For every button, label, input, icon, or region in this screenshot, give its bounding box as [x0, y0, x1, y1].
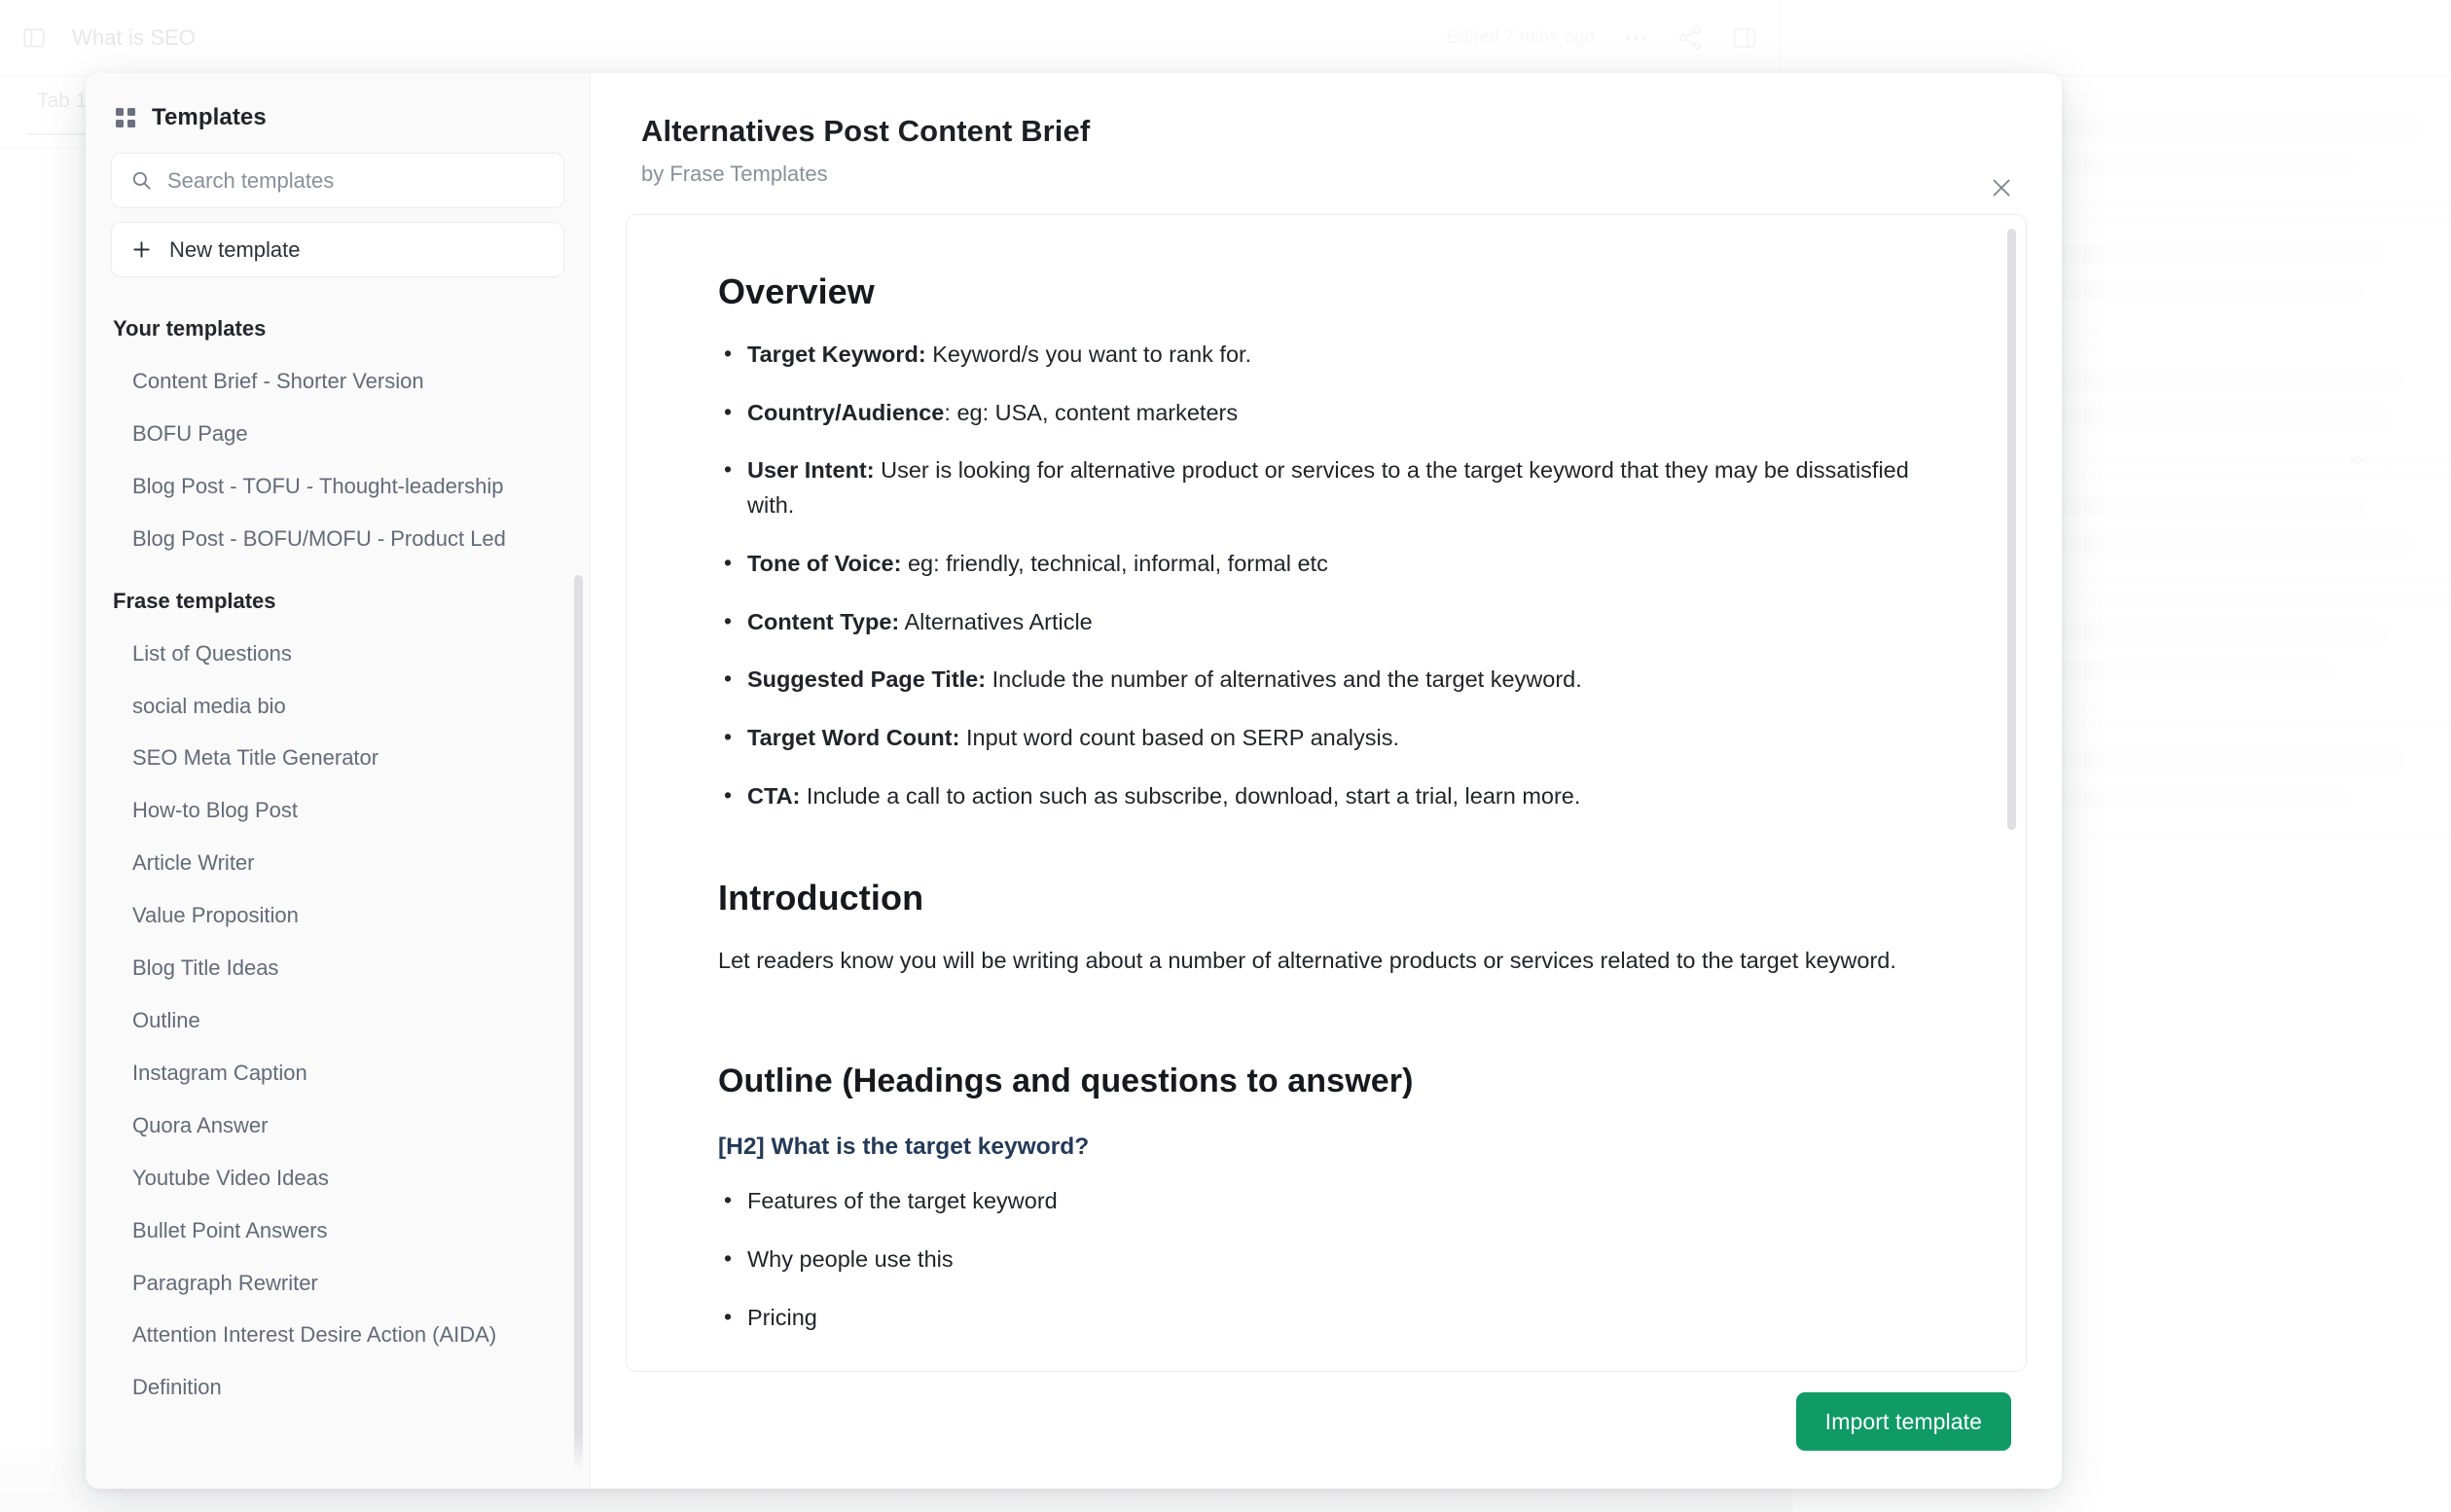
- introduction-paragraph: Let readers know you will be writing abo…: [718, 948, 1896, 974]
- templates-list[interactable]: Your templates Content Brief - Shorter V…: [86, 293, 590, 1489]
- introduction-heading: Introduction: [718, 878, 924, 918]
- sidebar-item-value-proposition[interactable]: Value Proposition: [111, 889, 564, 942]
- bullet-term: User Intent:: [747, 457, 875, 484]
- overview-bullet: Country/Audience: eg: USA, content marke…: [722, 395, 1950, 431]
- sidebar-item-content-brief-shorter-version[interactable]: Content Brief - Shorter Version: [111, 355, 564, 408]
- sidebar-item-aida[interactable]: Attention Interest Desire Action (AIDA): [111, 1309, 564, 1361]
- overview-bullet: Suggested Page Title: Include the number…: [722, 662, 1950, 698]
- overview-bullet: Target Word Count: Input word count base…: [722, 720, 1950, 756]
- bullet-term: Country/Audience: [747, 399, 945, 425]
- sidebar-item-paragraph-rewriter[interactable]: Paragraph Rewriter: [111, 1257, 564, 1310]
- sidebar-item-bofu-page[interactable]: BOFU Page: [111, 408, 564, 460]
- preview-card[interactable]: Overview Target Keyword: Keyword/s you w…: [626, 214, 2027, 1372]
- group-title-frase-templates: Frase templates: [113, 588, 276, 613]
- outline-h2-label: [H2] What is the target keyword?: [718, 1134, 1090, 1161]
- overview-bullet: User Intent: User is looking for alterna…: [722, 452, 1950, 522]
- bullet-text: Alternatives Article: [899, 608, 1093, 634]
- modal-footer: Import template: [591, 1368, 2062, 1489]
- sidebar-item-bullet-point-answers[interactable]: Bullet Point Answers: [111, 1205, 564, 1257]
- sidebar-item-social-media-bio[interactable]: social media bio: [111, 680, 564, 733]
- sidebar-item-definition[interactable]: Definition: [111, 1361, 564, 1414]
- overview-bullet: Tone of Voice: eg: friendly, technical, …: [722, 546, 1950, 582]
- sidebar-title: Templates: [152, 104, 267, 130]
- import-template-button[interactable]: Import template: [1795, 1392, 2011, 1451]
- sidebar-item-how-to-blog-post[interactable]: How-to Blog Post: [111, 784, 564, 837]
- bullet-text: Include a call to action such as subscri…: [800, 782, 1581, 809]
- sidebar-item-list-of-questions[interactable]: List of Questions: [111, 628, 564, 680]
- sidebar-item-seo-meta-title-generator[interactable]: SEO Meta Title Generator: [111, 732, 564, 784]
- overview-bullet-list: Target Keyword: Keyword/s you want to ra…: [722, 337, 1950, 814]
- bullet-term: Target Word Count:: [747, 725, 960, 751]
- bullet-text: : eg: USA, content marketers: [944, 399, 1239, 425]
- bullet-text: Include the number of alternatives and t…: [986, 666, 1582, 693]
- bullet-text: User is looking for alternative product …: [747, 457, 1909, 519]
- sidebar-item-blog-post-bofu-mofu[interactable]: Blog Post - BOFU/MOFU - Product Led: [111, 513, 564, 565]
- bullet-text: Input word count based on SERP analysis.: [959, 725, 1399, 751]
- bullet-text: Keyword/s you want to rank for.: [925, 342, 1252, 367]
- sidebar-item-article-writer[interactable]: Article Writer: [111, 837, 564, 889]
- bullet-text: eg: friendly, technical, informal, forma…: [901, 550, 1328, 576]
- bullet-term: CTA:: [747, 782, 801, 809]
- template-title: Alternatives Post Content Brief: [641, 114, 1091, 148]
- bullet-term: Target Keyword:: [747, 342, 926, 367]
- sidebar-item-outline[interactable]: Outline: [111, 994, 564, 1047]
- sidebar-item-quora-answer[interactable]: Quora Answer: [111, 1099, 564, 1152]
- preview-header: Alternatives Post Content Brief by Frase…: [591, 73, 2062, 187]
- bullet-term: Suggested Page Title:: [747, 666, 987, 693]
- outline-bullet-list: Features of the target keyword Why peopl…: [722, 1183, 1950, 1336]
- sidebar-item-youtube-video-ideas[interactable]: Youtube Video Ideas: [111, 1152, 564, 1205]
- new-template-label: New template: [169, 236, 301, 262]
- grid-icon: [115, 107, 136, 128]
- overview-bullet: Content Type: Alternatives Article: [722, 604, 1950, 640]
- outline-bullet: Why people use this: [722, 1242, 1950, 1278]
- overview-bullet: CTA: Include a call to action such as su…: [722, 778, 1950, 814]
- group-title-your-templates: Your templates: [113, 316, 267, 341]
- template-author: by Frase Templates: [641, 162, 828, 186]
- outline-bullet: Pricing: [722, 1300, 1950, 1336]
- bullet-term: Tone of Voice:: [747, 550, 902, 576]
- template-preview-pane: Alternatives Post Content Brief by Frase…: [591, 73, 2062, 1489]
- sidebar-item-blog-title-ideas[interactable]: Blog Title Ideas: [111, 942, 564, 994]
- preview-document: Overview Target Keyword: Keyword/s you w…: [627, 215, 2026, 1335]
- sidebar-item-blog-post-tofu[interactable]: Blog Post - TOFU - Thought-leadership: [111, 460, 564, 513]
- outline-heading: Outline (Headings and questions to answe…: [718, 1062, 1414, 1100]
- outline-bullet: Features of the target keyword: [722, 1183, 1950, 1219]
- preview-scroll-area: Overview Target Keyword: Keyword/s you w…: [591, 187, 2062, 1372]
- search-input[interactable]: [167, 167, 544, 194]
- sidebar-scrollbar[interactable]: [574, 575, 583, 1489]
- templates-sidebar: Templates New template Your templates Co…: [86, 73, 591, 1489]
- overview-bullet: Target Keyword: Keyword/s you want to ra…: [722, 337, 1950, 373]
- preview-scrollbar[interactable]: [2007, 229, 2016, 830]
- search-templates-field[interactable]: [111, 153, 564, 208]
- sidebar-header: Templates: [86, 73, 590, 153]
- plus-icon: [131, 239, 152, 260]
- search-icon: [131, 170, 152, 191]
- overview-heading: Overview: [718, 271, 875, 311]
- new-template-button[interactable]: New template: [111, 222, 564, 277]
- templates-modal: Templates New template Your templates Co…: [86, 73, 2062, 1489]
- sidebar-item-instagram-caption[interactable]: Instagram Caption: [111, 1047, 564, 1099]
- bullet-term: Content Type:: [747, 608, 900, 634]
